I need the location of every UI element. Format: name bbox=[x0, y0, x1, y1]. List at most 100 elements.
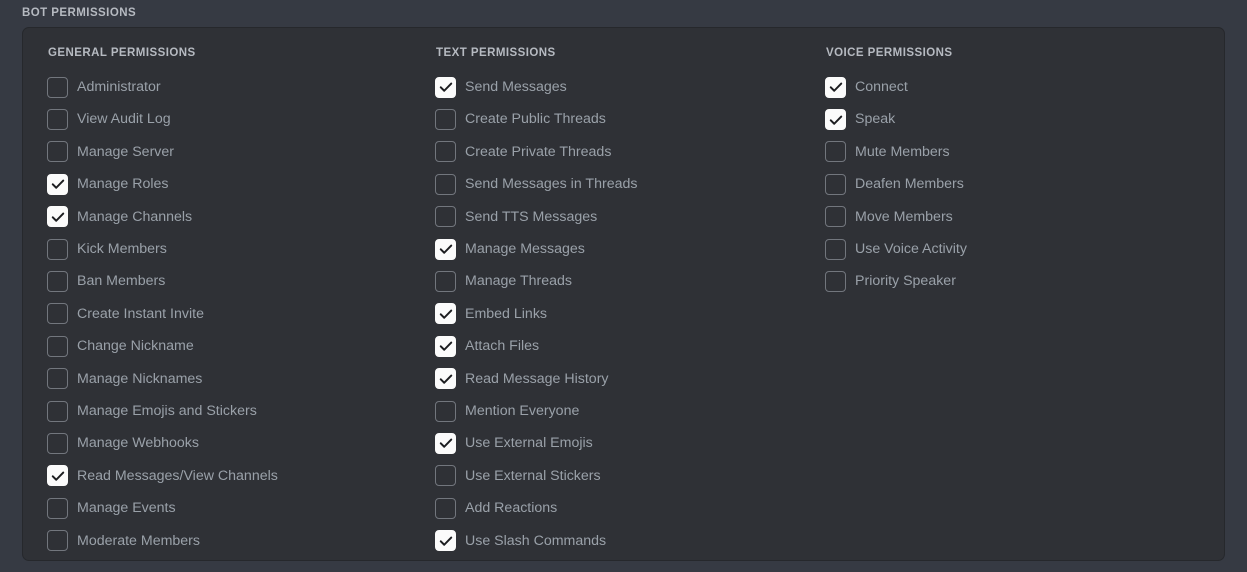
permission-label: Kick Members bbox=[77, 241, 167, 258]
permission-row[interactable]: Administrator bbox=[47, 71, 419, 103]
permission-row[interactable]: Deafen Members bbox=[825, 168, 1211, 200]
checkbox-unchecked[interactable] bbox=[47, 271, 68, 293]
checkbox-unchecked[interactable] bbox=[825, 173, 846, 195]
permission-label: Use External Emojis bbox=[465, 435, 593, 452]
checkbox-unchecked[interactable] bbox=[825, 206, 846, 228]
permission-row[interactable]: Read Message History bbox=[435, 363, 815, 395]
checkbox-checked[interactable] bbox=[825, 76, 846, 98]
permission-list-voice: Connect Speak Mute Members Deafen Members Mo… bbox=[825, 71, 1211, 298]
checkbox-unchecked[interactable] bbox=[825, 238, 846, 260]
checkbox-checked[interactable] bbox=[435, 335, 456, 357]
checkbox-unchecked[interactable] bbox=[825, 141, 846, 163]
permission-row[interactable]: Moderate Members bbox=[47, 524, 419, 556]
checkmark-icon bbox=[438, 80, 453, 95]
checkbox-unchecked[interactable] bbox=[47, 141, 68, 163]
permission-row[interactable]: Change Nickname bbox=[47, 330, 419, 362]
permission-label: Manage Server bbox=[77, 143, 174, 160]
permission-label: Use Voice Activity bbox=[855, 241, 967, 258]
checkbox-unchecked[interactable] bbox=[435, 400, 456, 422]
checkbox-checked[interactable] bbox=[435, 368, 456, 390]
checkbox-checked[interactable] bbox=[435, 530, 456, 552]
permission-label: Use External Stickers bbox=[465, 467, 601, 484]
column-title-text: TEXT PERMISSIONS bbox=[436, 47, 556, 59]
page-title: BOT PERMISSIONS bbox=[22, 7, 137, 19]
permission-column-text: TEXT PERMISSIONS Send Messages Create Pub… bbox=[419, 47, 815, 560]
permission-row[interactable]: Manage Channels bbox=[47, 201, 419, 233]
permission-label: Priority Speaker bbox=[855, 273, 956, 290]
checkbox-unchecked[interactable] bbox=[435, 141, 456, 163]
permission-row[interactable]: Add Reactions bbox=[435, 492, 815, 524]
permission-row[interactable]: Attach Files bbox=[435, 330, 815, 362]
checkmark-icon bbox=[50, 468, 65, 483]
checkbox-unchecked[interactable] bbox=[435, 206, 456, 228]
checkbox-unchecked[interactable] bbox=[47, 497, 68, 519]
permission-row[interactable]: Use Slash Commands bbox=[435, 524, 815, 556]
permission-row[interactable]: Embed Links bbox=[435, 298, 815, 330]
permission-row[interactable]: Manage Messages bbox=[435, 233, 815, 265]
checkbox-unchecked[interactable] bbox=[47, 530, 68, 552]
permission-label: Move Members bbox=[855, 208, 953, 225]
checkbox-unchecked[interactable] bbox=[47, 400, 68, 422]
permission-row[interactable]: Manage Threads bbox=[435, 265, 815, 297]
checkbox-unchecked[interactable] bbox=[47, 76, 68, 98]
checkbox-unchecked[interactable] bbox=[47, 368, 68, 390]
permission-row[interactable]: Manage Nicknames bbox=[47, 363, 419, 395]
checkbox-unchecked[interactable] bbox=[435, 497, 456, 519]
permission-row[interactable]: Use Voice Activity bbox=[825, 233, 1211, 265]
permission-row[interactable]: Manage Server bbox=[47, 136, 419, 168]
permission-row[interactable]: Kick Members bbox=[47, 233, 419, 265]
checkbox-checked[interactable] bbox=[825, 109, 846, 131]
permission-row[interactable]: Create Instant Invite bbox=[47, 298, 419, 330]
checkbox-checked[interactable] bbox=[47, 465, 68, 487]
checkbox-checked[interactable] bbox=[435, 432, 456, 454]
permission-label: Change Nickname bbox=[77, 338, 194, 355]
permission-row[interactable]: View Audit Log bbox=[47, 103, 419, 135]
permission-label: Mention Everyone bbox=[465, 403, 580, 419]
checkbox-unchecked[interactable] bbox=[47, 238, 68, 260]
permission-row[interactable]: Manage Roles bbox=[47, 168, 419, 200]
permission-row[interactable]: Mention Everyone bbox=[435, 395, 815, 427]
checkbox-checked[interactable] bbox=[47, 173, 68, 195]
checkbox-unchecked[interactable] bbox=[47, 432, 68, 454]
checkbox-unchecked[interactable] bbox=[435, 173, 456, 195]
permission-row[interactable]: Send Messages bbox=[435, 71, 815, 103]
checkmark-icon bbox=[50, 177, 65, 192]
permission-row[interactable]: Manage Webhooks bbox=[47, 427, 419, 459]
checkbox-unchecked[interactable] bbox=[435, 271, 456, 293]
permission-row[interactable]: Move Members bbox=[825, 201, 1211, 233]
permission-label: Create Private Threads bbox=[465, 143, 612, 160]
permission-label: Read Message History bbox=[465, 370, 609, 387]
checkmark-icon bbox=[438, 436, 453, 451]
permission-row[interactable]: Send Messages in Threads bbox=[435, 168, 815, 200]
permission-row[interactable]: Send TTS Messages bbox=[435, 201, 815, 233]
checkbox-checked[interactable] bbox=[435, 303, 456, 325]
checkbox-checked[interactable] bbox=[435, 238, 456, 260]
permission-row[interactable]: Speak bbox=[825, 103, 1211, 135]
permission-row[interactable]: Connect bbox=[825, 71, 1211, 103]
checkbox-checked[interactable] bbox=[435, 76, 456, 98]
permission-row[interactable]: Read Messages/View Channels bbox=[47, 460, 419, 492]
permission-row[interactable]: Priority Speaker bbox=[825, 265, 1211, 297]
permission-label: Send Messages in Threads bbox=[465, 176, 638, 193]
checkbox-unchecked[interactable] bbox=[825, 271, 846, 293]
permission-row[interactable]: Use External Stickers bbox=[435, 460, 815, 492]
checkbox-unchecked[interactable] bbox=[47, 303, 68, 325]
checkmark-icon bbox=[438, 339, 453, 354]
permission-row[interactable]: Ban Members bbox=[47, 265, 419, 297]
permission-row[interactable]: Create Public Threads bbox=[435, 103, 815, 135]
checkbox-unchecked[interactable] bbox=[47, 109, 68, 131]
permission-row[interactable]: Manage Emojis and Stickers bbox=[47, 395, 419, 427]
permission-label: Add Reactions bbox=[465, 500, 558, 517]
permission-row[interactable]: Create Private Threads bbox=[435, 136, 815, 168]
permission-row[interactable]: Use External Emojis bbox=[435, 427, 815, 459]
permission-column-voice: VOICE PERMISSIONS Connect Speak Mute Membe… bbox=[815, 47, 1211, 560]
permission-label: Manage Nicknames bbox=[77, 370, 203, 387]
checkbox-checked[interactable] bbox=[47, 206, 68, 228]
checkbox-unchecked[interactable] bbox=[435, 109, 456, 131]
permission-row[interactable]: Mute Members bbox=[825, 136, 1211, 168]
permission-row[interactable]: Manage Events bbox=[47, 492, 419, 524]
checkbox-unchecked[interactable] bbox=[435, 465, 456, 487]
permission-label: Embed Links bbox=[465, 305, 548, 322]
checkmark-icon bbox=[438, 371, 453, 386]
checkbox-unchecked[interactable] bbox=[47, 335, 68, 357]
